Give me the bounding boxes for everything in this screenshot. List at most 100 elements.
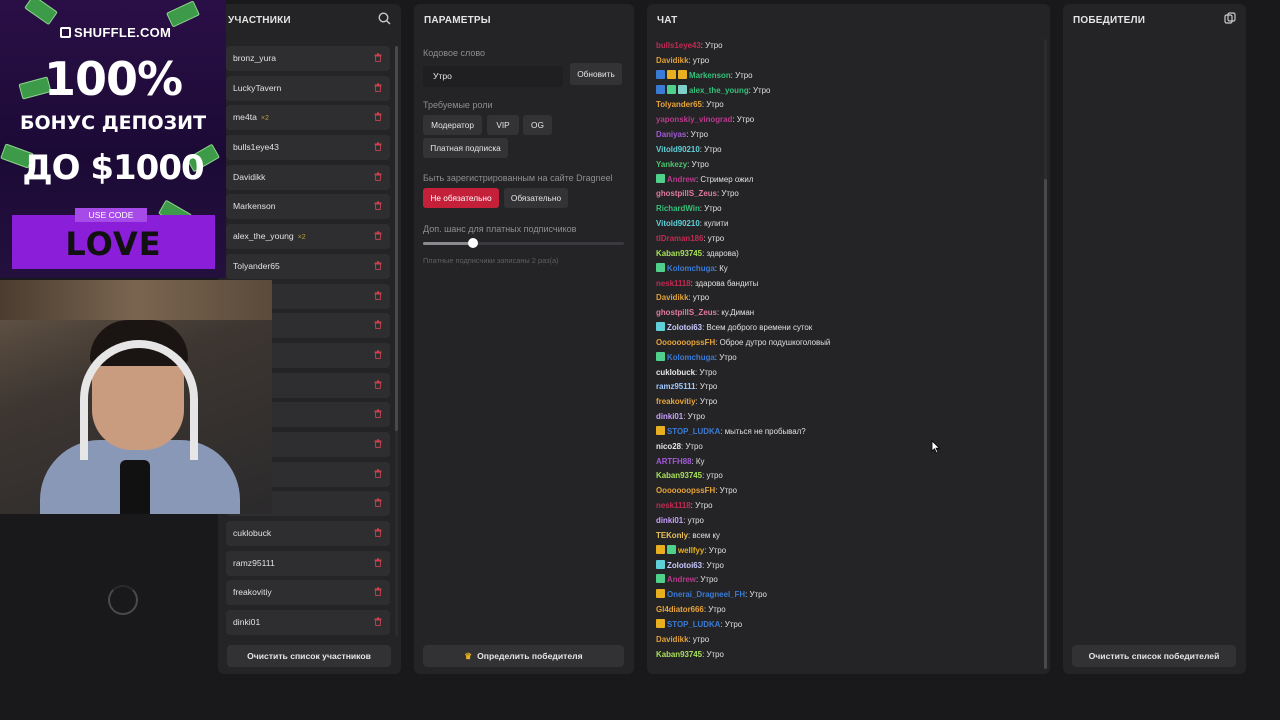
trash-icon[interactable] xyxy=(374,521,382,546)
chat-username[interactable]: Vitold90210 xyxy=(656,219,700,228)
determine-winner-label: Определить победителя xyxy=(477,651,583,661)
promo-percent: 100% xyxy=(43,52,183,106)
trash-icon[interactable] xyxy=(374,135,382,160)
participant-row[interactable]: Markenson xyxy=(226,194,390,220)
chat-username[interactable]: dinki01 xyxy=(656,412,683,421)
chat-username[interactable]: freakovitiy xyxy=(656,397,695,406)
chat-username[interactable]: Onerai_Dragneel_FH xyxy=(667,590,745,599)
trash-icon[interactable] xyxy=(374,432,382,457)
participant-row[interactable]: LuckyTavern xyxy=(226,75,390,101)
role-og-toggle[interactable]: OG xyxy=(523,115,552,135)
trash-icon[interactable] xyxy=(374,194,382,219)
chat-username[interactable]: TEKonly xyxy=(656,531,688,540)
role-moderator-toggle[interactable]: Модератор xyxy=(423,115,482,135)
trash-icon[interactable] xyxy=(374,343,382,368)
chat-username[interactable]: Vitold90210 xyxy=(656,145,700,154)
chat-username[interactable]: Markenson xyxy=(689,71,731,80)
participant-row[interactable]: freakovitiy xyxy=(226,580,390,606)
trash-icon[interactable] xyxy=(374,105,382,130)
codeword-input[interactable]: Утро xyxy=(423,66,563,87)
chat-username[interactable]: ARTFH88 xyxy=(656,457,692,466)
chat-message: Daniyas: Утро xyxy=(656,130,709,140)
participant-row[interactable]: Davidikk xyxy=(226,164,390,190)
chat-username[interactable]: Andrew xyxy=(667,575,696,584)
chat-username[interactable]: ghostpillS_Zeus xyxy=(656,189,717,198)
chat-username[interactable]: Davidikk xyxy=(656,56,688,65)
chat-text: Утро xyxy=(719,486,737,496)
chat-username[interactable]: Zolotoi63 xyxy=(667,323,702,332)
trash-icon[interactable] xyxy=(374,76,382,101)
chat-username[interactable]: RichardWin xyxy=(656,204,700,213)
chance-slider-knob[interactable] xyxy=(468,238,479,248)
trash-icon[interactable] xyxy=(374,46,382,71)
update-button[interactable]: Обновить xyxy=(570,63,622,85)
chat-username[interactable]: OoooooopssFH xyxy=(656,338,715,347)
chat-text: Утро xyxy=(706,649,724,659)
participant-row[interactable]: Tolyander65 xyxy=(226,253,390,279)
chat-username[interactable]: Kolomchuga xyxy=(667,264,715,273)
chat-username[interactable]: Kolomchuga xyxy=(667,353,715,362)
chat-username[interactable]: bulls1eye43 xyxy=(656,41,701,50)
chat-username[interactable]: ghostpillS_Zeus xyxy=(656,308,717,317)
trash-icon[interactable] xyxy=(374,462,382,487)
chat-username[interactable]: Tolyander65 xyxy=(656,100,702,109)
search-icon[interactable] xyxy=(378,12,391,28)
trash-icon[interactable] xyxy=(374,284,382,309)
chat-username[interactable]: ramz95111 xyxy=(656,382,696,391)
not-required-button[interactable]: Не обязательно xyxy=(423,188,499,208)
chat-username[interactable]: tlDraman186 xyxy=(656,234,703,243)
chat-username[interactable]: dinki01 xyxy=(656,516,683,525)
required-button[interactable]: Обязательно xyxy=(504,188,568,208)
chat-username[interactable]: cuklobuck xyxy=(656,368,695,377)
trash-icon[interactable] xyxy=(374,491,382,516)
chat-username[interactable]: Yankezy xyxy=(656,160,687,169)
chat-username[interactable]: Gl4diator666 xyxy=(656,605,704,614)
trash-icon[interactable] xyxy=(374,373,382,398)
trash-icon[interactable] xyxy=(374,610,382,635)
chat-username[interactable]: alex_the_young xyxy=(689,86,749,95)
chat-username[interactable]: yaponskiy_vinograd xyxy=(656,115,732,124)
clear-participants-button[interactable]: Очистить список участников xyxy=(227,645,391,667)
mouse-cursor-icon xyxy=(931,440,941,457)
chat-username[interactable]: nesk1118 xyxy=(656,501,691,510)
participant-row[interactable]: bulls1eye43 xyxy=(226,135,390,161)
participants-scrollbar-thumb[interactable] xyxy=(395,46,398,431)
chat-username[interactable]: Kaban93745 xyxy=(656,471,702,480)
chat-username[interactable]: Andrew xyxy=(667,175,696,184)
chat-username[interactable]: wellfyy xyxy=(678,546,704,555)
chat-username[interactable]: STOP_LUDKA xyxy=(667,620,720,629)
chat-username[interactable]: Zolotoi63 xyxy=(667,561,702,570)
chat-username[interactable]: nico28 xyxy=(656,442,681,451)
trash-icon[interactable] xyxy=(374,580,382,605)
trash-icon[interactable] xyxy=(374,551,382,576)
participant-row[interactable]: me4ta ×2 xyxy=(226,105,390,131)
trash-icon[interactable] xyxy=(374,224,382,249)
chat-username[interactable]: nesk1118 xyxy=(656,279,691,288)
participant-name: LuckyTavern xyxy=(233,82,282,93)
chat-message: dinki01: утро xyxy=(656,516,704,525)
chat-username[interactable]: Kaban93745 xyxy=(656,650,702,659)
chat-username[interactable]: Daniyas xyxy=(656,130,686,139)
participant-row[interactable]: alex_the_young ×2 xyxy=(226,224,390,250)
determine-winner-button[interactable]: ♛ Определить победителя xyxy=(423,645,624,667)
participant-row[interactable]: ramz95111 xyxy=(226,550,390,576)
chat-scrollbar-thumb[interactable] xyxy=(1044,179,1047,669)
role-vip-toggle[interactable]: VIP xyxy=(487,115,519,135)
chat-username[interactable]: Davidikk xyxy=(656,293,688,302)
trash-icon[interactable] xyxy=(374,402,382,427)
chat-username[interactable]: STOP_LUDKA xyxy=(667,427,720,436)
trash-icon[interactable] xyxy=(374,254,382,279)
chat-username[interactable]: Davidikk xyxy=(656,635,688,644)
chat-username[interactable]: Kaban93745 xyxy=(656,249,702,258)
participant-row[interactable]: bronz_yura xyxy=(226,46,390,71)
trash-icon[interactable] xyxy=(374,165,382,190)
role-paid-sub-toggle[interactable]: Платная подписка xyxy=(423,138,508,158)
participant-row[interactable]: cuklobuck xyxy=(226,521,390,546)
chat-message: Kolomchuga: Ку xyxy=(656,262,1041,277)
chat-message: Davidikk: утро xyxy=(656,634,710,644)
copy-icon[interactable] xyxy=(1224,12,1236,27)
chat-username[interactable]: OoooooopssFH xyxy=(656,486,715,495)
trash-icon[interactable] xyxy=(374,313,382,338)
clear-winners-button[interactable]: Очистить список победителей xyxy=(1072,645,1236,667)
participant-row[interactable]: dinki01 xyxy=(226,610,390,636)
